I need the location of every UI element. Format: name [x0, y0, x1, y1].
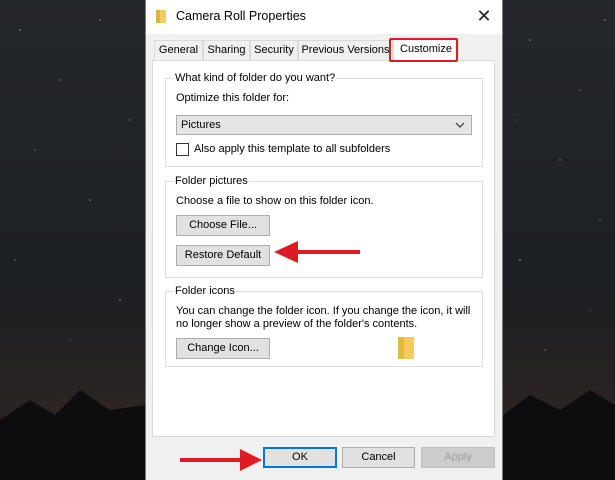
optimize-dropdown-value: Pictures	[181, 119, 221, 131]
properties-dialog: Camera Roll Properties ✕ General Sharing…	[145, 0, 503, 480]
tab-previous-versions[interactable]: Previous Versions	[298, 40, 393, 60]
folder-icons-description-line1: You can change the folder icon. If you c…	[176, 305, 471, 317]
customize-panel: What kind of folder do you want? Optimiz…	[152, 60, 495, 437]
title-bar: Camera Roll Properties ✕	[146, 0, 502, 34]
choose-file-button[interactable]: Choose File...	[176, 215, 270, 236]
tab-sharing[interactable]: Sharing	[203, 40, 250, 60]
change-icon-button[interactable]: Change Icon...	[176, 338, 270, 359]
folder-icons-group: Folder icons You can change the folder i…	[165, 285, 483, 367]
optimize-dropdown[interactable]: Pictures	[176, 115, 472, 135]
folder-pictures-description: Choose a file to show on this folder ico…	[176, 195, 374, 207]
window-title: Camera Roll Properties	[176, 9, 306, 23]
folder-icon	[156, 10, 166, 23]
tab-customize[interactable]: Customize	[393, 38, 459, 61]
optimize-label: Optimize this folder for:	[176, 92, 290, 104]
restore-default-button[interactable]: Restore Default	[176, 245, 270, 266]
folder-pictures-group-label: Folder pictures	[174, 175, 249, 188]
close-icon: ✕	[476, 5, 492, 26]
apply-subfolders-checkbox[interactable]	[176, 143, 189, 156]
apply-button[interactable]: Apply	[421, 447, 495, 468]
tab-security[interactable]: Security	[250, 40, 298, 60]
dialog-button-bar: OK Cancel Apply	[146, 437, 502, 480]
cancel-button[interactable]: Cancel	[342, 447, 415, 468]
folder-type-group: What kind of folder do you want? Optimiz…	[165, 72, 483, 167]
folder-icons-group-label: Folder icons	[174, 285, 236, 298]
apply-subfolders-label: Also apply this template to all subfolde…	[194, 143, 391, 155]
tab-general[interactable]: General	[154, 40, 203, 60]
ok-button[interactable]: OK	[263, 447, 337, 468]
folder-icon	[398, 337, 414, 359]
chevron-down-icon	[455, 122, 465, 128]
folder-icons-description-line2: no longer show a preview of the folder's…	[176, 318, 418, 330]
folder-pictures-group: Folder pictures Choose a file to show on…	[165, 175, 483, 278]
folder-type-group-label: What kind of folder do you want?	[174, 72, 337, 85]
close-button[interactable]: ✕	[466, 0, 502, 32]
